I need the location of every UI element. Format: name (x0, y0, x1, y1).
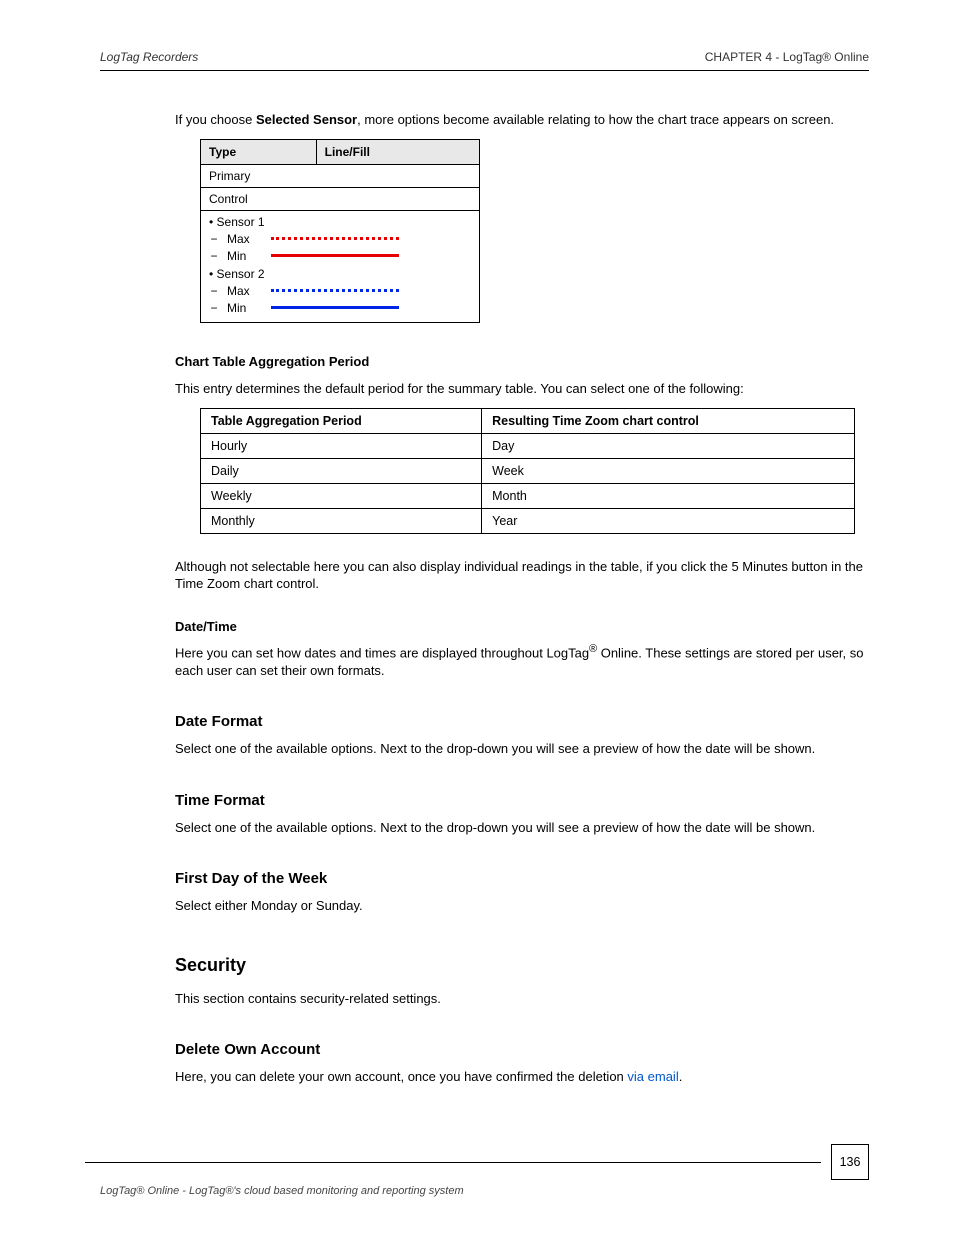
th-type: Type (201, 139, 317, 164)
dash-icon: − (209, 301, 219, 315)
table-row: DailyWeek (201, 458, 855, 483)
sub-min: Min (227, 301, 263, 315)
table-row: MonthlyYear (201, 508, 855, 533)
table-row: WeeklyMonth (201, 483, 855, 508)
line-sample-blue-solid (271, 306, 399, 309)
header-chapter: CHAPTER 4 - LogTag® Online (705, 50, 869, 64)
paragraph-dateformat: Select one of the available options. Nex… (175, 740, 869, 758)
heading-firstday: First Day of the Week (175, 870, 869, 887)
th-zoom: Resulting Time Zoom chart control (482, 408, 855, 433)
aggregation-table: Table Aggregation Period Resulting Time … (200, 408, 855, 534)
paragraph-firstday: Select either Monday or Sunday. (175, 897, 869, 915)
row-primary: Primary (201, 164, 480, 187)
paragraph-delete-account: Here, you can delete your own account, o… (175, 1068, 869, 1086)
linefill-table: Type Line/Fill Primary Control • Sensor … (200, 139, 480, 323)
paragraph-intro: If you choose Selected Sensor, more opti… (175, 111, 869, 129)
paragraph-datetime: Here you can set how dates and times are… (175, 642, 869, 679)
line-sample-blue-dotted (271, 289, 399, 292)
th-period: Table Aggregation Period (201, 408, 482, 433)
dash-icon: − (209, 249, 219, 263)
row-control: Control (201, 187, 480, 210)
line-sample-red-solid (271, 254, 399, 257)
row-sensors: • Sensor 1 − Max − Min • Sensor 2 − Max (201, 210, 480, 322)
heading-timeformat: Time Format (175, 792, 869, 809)
th-line: Line/Fill (316, 139, 479, 164)
footer-rule (85, 1162, 821, 1163)
footer-caption: LogTag® Online - LogTag®'s cloud based m… (100, 1185, 464, 1197)
page-header: LogTag Recorders CHAPTER 4 - LogTag® Onl… (100, 50, 869, 71)
dash-icon: − (209, 284, 219, 298)
heading-aggregation: Chart Table Aggregation Period (175, 353, 869, 371)
heading-datetime: Date/Time (175, 619, 869, 634)
paragraph-security: This section contains security-related s… (175, 990, 869, 1008)
link-via-email[interactable]: via email (627, 1069, 678, 1084)
bullet-icon: • (209, 215, 213, 229)
header-brand: LogTag Recorders (100, 50, 198, 64)
bullet-icon: • (209, 267, 213, 281)
sub-max: Max (227, 232, 263, 246)
sub-max: Max (227, 284, 263, 298)
sub-min: Min (227, 249, 263, 263)
page-number-box: 136 (831, 1144, 869, 1180)
paragraph-timeformat: Select one of the available options. Nex… (175, 819, 869, 837)
line-sample-red-dotted (271, 237, 399, 240)
heading-security: Security (175, 955, 869, 976)
dash-icon: − (209, 232, 219, 246)
table-row: HourlyDay (201, 433, 855, 458)
sensor2-label: Sensor 2 (217, 267, 265, 281)
heading-delete-account: Delete Own Account (175, 1041, 869, 1058)
paragraph-5min: Although not selectable here you can als… (175, 558, 869, 593)
heading-dateformat: Date Format (175, 713, 869, 730)
page-footer: 136 (85, 1144, 869, 1180)
sensor1-label: Sensor 1 (217, 215, 265, 229)
paragraph-aggregation: This entry determines the default period… (175, 380, 869, 398)
